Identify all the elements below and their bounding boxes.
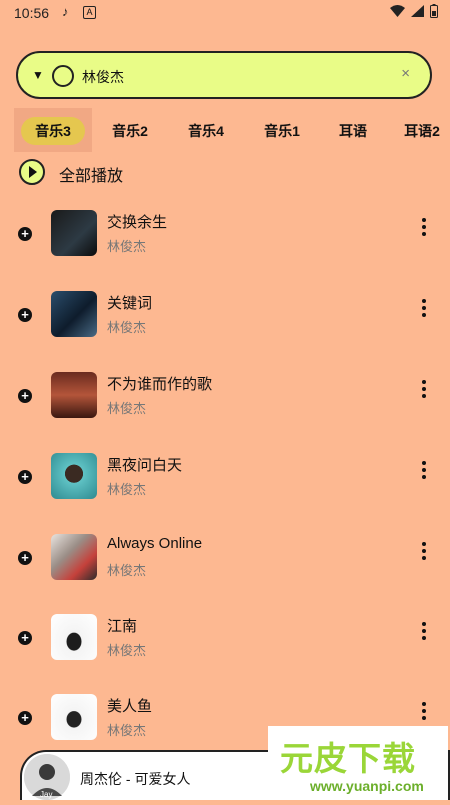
tab-music1[interactable]: 音乐1 [252, 117, 312, 145]
song-title: 关键词 [107, 295, 153, 312]
tab-music3[interactable]: 音乐3 [21, 117, 85, 145]
song-title: 美人鱼 [107, 698, 153, 715]
album-cover [51, 694, 97, 740]
watermark-url: www.yuanpi.com [310, 778, 424, 794]
song-title: Always Online [107, 535, 203, 552]
clear-icon[interactable]: × [401, 65, 410, 82]
battery-icon [430, 4, 438, 18]
song-title: 江南 [107, 618, 138, 635]
song-row[interactable]: + 黑夜问白天 林俊杰 [0, 445, 450, 517]
song-artist: 林俊杰 [107, 401, 147, 416]
status-bar: 10:56 ♪ A [0, 0, 450, 26]
more-options-icon[interactable] [417, 459, 431, 485]
song-artist: 林俊杰 [107, 723, 147, 738]
add-icon[interactable]: + [18, 308, 32, 322]
watermark: 元皮下载 www.yuanpi.com [268, 726, 448, 800]
play-all-icon[interactable] [19, 159, 45, 185]
add-icon[interactable]: + [18, 470, 32, 484]
tab-music2[interactable]: 音乐2 [100, 117, 160, 145]
status-time: 10:56 [14, 5, 50, 21]
album-cover [51, 614, 97, 660]
tab-whisper2[interactable]: 耳语2 [396, 117, 448, 145]
more-options-icon[interactable] [417, 378, 431, 404]
now-playing-text: 周杰伦 - 可爱女人 [80, 771, 191, 787]
tab-music4[interactable]: 音乐4 [176, 117, 236, 145]
album-cover [51, 210, 97, 256]
song-title: 不为谁而作的歌 [107, 376, 213, 393]
song-row[interactable]: + 不为谁而作的歌 林俊杰 [0, 364, 450, 436]
more-options-icon[interactable] [417, 216, 431, 242]
song-title: 黑夜问白天 [107, 457, 183, 474]
more-options-icon[interactable] [417, 540, 431, 566]
song-title: 交换余生 [107, 214, 168, 231]
tab-bar: 音乐3 音乐2 音乐4 音乐1 耳语 耳语2 [0, 108, 450, 152]
song-row[interactable]: + 江南 林俊杰 [0, 606, 450, 678]
artist-photo-icon: Jay [24, 754, 70, 800]
song-artist: 林俊杰 [107, 563, 147, 578]
add-icon[interactable]: + [18, 227, 32, 241]
song-row[interactable]: + 关键词 林俊杰 [0, 283, 450, 355]
add-icon[interactable]: + [18, 631, 32, 645]
album-cover [51, 453, 97, 499]
add-icon[interactable]: + [18, 711, 32, 725]
watermark-brand: 元皮下载 [280, 740, 416, 777]
song-row[interactable]: + Always Online 林俊杰 [0, 526, 450, 598]
more-options-icon[interactable] [417, 700, 431, 726]
search-circle-icon [52, 65, 74, 87]
now-playing-avatar: Jay [24, 754, 70, 800]
add-icon[interactable]: + [18, 389, 32, 403]
tab-whisper[interactable]: 耳语 [326, 117, 380, 145]
dropdown-triangle-icon[interactable]: ▼ [32, 68, 44, 82]
more-options-icon[interactable] [417, 297, 431, 323]
song-artist: 林俊杰 [107, 482, 147, 497]
play-all-label: 全部播放 [59, 168, 124, 185]
music-note-icon: ♪ [62, 4, 69, 19]
song-artist: 林俊杰 [107, 643, 147, 658]
search-bar[interactable]: ▼ 林俊杰 × [16, 51, 432, 99]
notification-icon: A [83, 6, 96, 19]
song-artist: 林俊杰 [107, 239, 147, 254]
album-cover [51, 291, 97, 337]
song-artist: 林俊杰 [107, 320, 147, 335]
svg-text:Jay: Jay [40, 790, 52, 799]
more-options-icon[interactable] [417, 620, 431, 646]
search-input[interactable]: 林俊杰 [82, 67, 124, 87]
album-cover [51, 372, 97, 418]
album-cover [51, 534, 97, 580]
wifi-icon [390, 5, 405, 17]
add-icon[interactable]: + [18, 551, 32, 565]
signal-icon [411, 5, 424, 17]
song-row[interactable]: + 交换余生 林俊杰 [0, 202, 450, 274]
